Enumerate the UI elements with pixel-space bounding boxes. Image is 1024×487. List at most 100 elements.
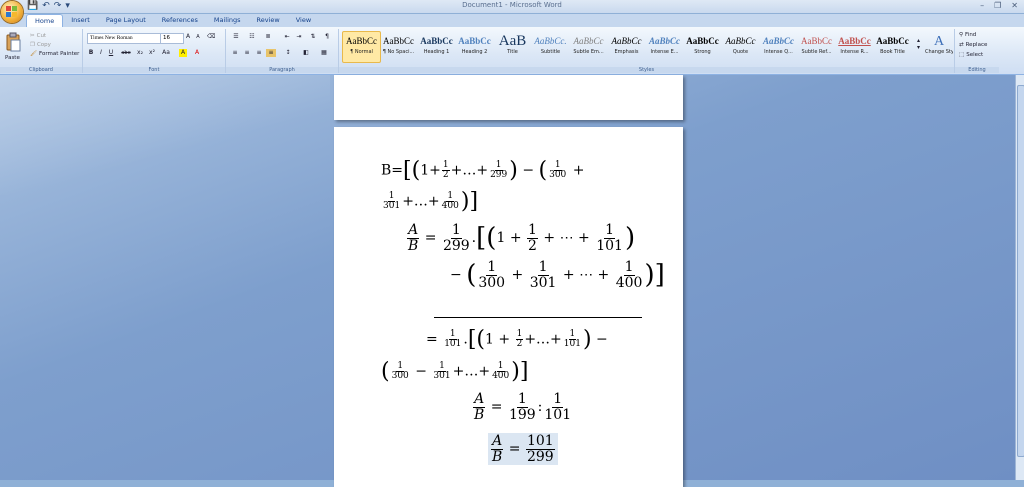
change-styles-icon: A: [933, 34, 945, 49]
tab-mailings[interactable]: Mailings: [206, 14, 249, 27]
vertical-scrollbar[interactable]: [1015, 75, 1024, 480]
justify-icon[interactable]: ≡: [266, 49, 276, 57]
style-subtle-reference[interactable]: AaBbCc Subtle Ref...: [798, 32, 835, 62]
line-spacing-icon[interactable]: ↕: [282, 49, 294, 57]
operator: −: [596, 331, 608, 348]
equals-sign: =: [490, 399, 503, 416]
select-button[interactable]: ⬚ Select: [959, 52, 983, 58]
bullets-icon[interactable]: ☰: [230, 33, 242, 41]
font-color-button[interactable]: A: [193, 49, 201, 57]
style-emphasis[interactable]: AaBbCc Emphasis: [608, 32, 645, 62]
tab-home[interactable]: Home: [26, 14, 64, 27]
denominator: 400: [615, 274, 643, 291]
shading-icon[interactable]: ◧: [300, 49, 312, 57]
style-subtle-emphasis[interactable]: AaBbCc Subtle Em...: [570, 32, 607, 62]
style-intense-emphasis[interactable]: AaBbCc Intense E...: [646, 32, 683, 62]
font-name-select[interactable]: Times New Roman: [87, 33, 161, 44]
styles-group: AaBbCc ¶ Normal AaBbCc ¶ No Spaci... AaBbC…: [339, 29, 955, 73]
style-subtitle[interactable]: AaBbCc. Subtitle: [532, 32, 569, 62]
fraction: 101 299: [525, 434, 555, 464]
font-size-select[interactable]: 16: [160, 33, 184, 44]
underline-button[interactable]: U: [107, 49, 115, 57]
operator: +: [524, 331, 537, 348]
denominator: 300: [549, 170, 567, 180]
find-button[interactable]: ⚲ Find: [959, 32, 976, 38]
highlight-color-button[interactable]: A: [179, 49, 187, 57]
denominator: B: [408, 237, 419, 254]
copy-label: Copy: [36, 42, 51, 48]
style-heading-2[interactable]: AaBbCc Heading 2: [456, 32, 493, 62]
denominator: 101: [444, 339, 462, 349]
paste-icon[interactable]: [5, 32, 21, 54]
clear-formatting-icon[interactable]: ⌫: [207, 33, 215, 41]
change-styles-label: Change Styles: [925, 49, 953, 55]
align-center-icon[interactable]: ≡: [242, 49, 252, 57]
paragraph-group: ☰ ☷ ≣ ⇤ ⇥ ⇅ ¶ ≡ ≡ ≡ ≡ ↕ ◧ ▦ Paragraph: [226, 29, 339, 73]
subscript-button[interactable]: x₂: [135, 49, 145, 57]
strikethrough-button[interactable]: abe: [119, 49, 133, 57]
tab-insert[interactable]: Insert: [63, 14, 98, 27]
increase-indent-icon[interactable]: ⇥: [294, 33, 304, 41]
align-right-icon[interactable]: ≡: [254, 49, 264, 57]
style-quote[interactable]: AaBbCc Quote: [722, 32, 759, 62]
term: 1: [485, 331, 494, 348]
open-paren: (: [381, 359, 390, 384]
sort-icon[interactable]: ⇅: [308, 33, 318, 41]
bold-button[interactable]: B: [87, 49, 95, 57]
scrollbar-thumb[interactable]: [1017, 85, 1024, 457]
fraction: 1 101: [543, 392, 572, 422]
tab-references[interactable]: References: [154, 14, 206, 27]
tab-review[interactable]: Review: [249, 14, 288, 27]
style-name: Quote: [732, 49, 749, 55]
replace-button[interactable]: ⇄ Replace: [959, 42, 987, 48]
change-styles-button[interactable]: AChange Styles: [925, 32, 953, 62]
style-strong[interactable]: AaBbCc Strong: [684, 32, 721, 62]
maximize-button[interactable]: ❐: [994, 1, 1001, 10]
format-painter-button[interactable]: 🖌 Format Painter: [30, 51, 79, 57]
styles-scroll-icon[interactable]: ▴ ▾: [917, 37, 920, 51]
grow-font-button[interactable]: A: [184, 33, 192, 41]
align-left-icon[interactable]: ≡: [230, 49, 240, 57]
fraction: 1 400: [491, 361, 510, 382]
style-intense-reference[interactable]: AaBbCc Intense R...: [836, 32, 873, 62]
style-name: Subtle Em...: [573, 49, 604, 55]
equation-result[interactable]: AB = 101 299: [488, 433, 558, 466]
ribbon: Paste ✂ Cut ❐ Copy 🖌 Format Painter Clipboa…: [0, 27, 1024, 75]
superscript-button[interactable]: x²: [147, 49, 157, 57]
style-sample: AaBbCc: [611, 36, 642, 46]
tab-view[interactable]: View: [288, 14, 319, 27]
copy-button[interactable]: ❐ Copy: [30, 42, 51, 48]
open-bracket: [: [403, 158, 412, 183]
style-heading-1[interactable]: AaBbCc Heading 1: [418, 32, 455, 62]
open-paren: (: [538, 158, 548, 183]
cut-button[interactable]: ✂ Cut: [30, 33, 46, 39]
paste-button[interactable]: Paste: [5, 55, 20, 61]
borders-icon[interactable]: ▦: [318, 49, 330, 57]
style-book-title[interactable]: AaBbCc Book Title: [874, 32, 911, 62]
denominator: 299: [442, 237, 470, 254]
shrink-font-button[interactable]: A: [194, 33, 202, 41]
binoculars-icon: ⚲: [959, 32, 964, 38]
minimize-button[interactable]: –: [980, 1, 984, 10]
decrease-indent-icon[interactable]: ⇤: [282, 33, 292, 41]
style-intense-quote[interactable]: AaBbCc Intense Q...: [760, 32, 797, 62]
style-title[interactable]: AaB Title: [494, 32, 531, 62]
clipboard-label: Clipboard: [0, 67, 82, 73]
show-marks-icon[interactable]: ¶: [322, 33, 332, 41]
tab-page-layout[interactable]: Page Layout: [98, 14, 154, 27]
multilevel-list-icon[interactable]: ≣: [262, 33, 274, 41]
style-no-spacing[interactable]: AaBbCc ¶ No Spaci...: [380, 32, 417, 62]
close-bracket: ]: [469, 189, 479, 214]
denominator: 301: [433, 371, 451, 381]
change-case-button[interactable]: Aa: [161, 49, 171, 57]
fraction: 12: [441, 160, 450, 181]
close-button[interactable]: ✕: [1011, 1, 1018, 10]
open-bracket: [: [476, 223, 487, 254]
numbering-icon[interactable]: ☷: [246, 33, 258, 41]
style-normal[interactable]: AaBbCc ¶ Normal: [342, 31, 381, 63]
denominator: 400: [492, 371, 510, 381]
ellipsis: …: [462, 162, 477, 179]
italic-button[interactable]: I: [97, 49, 105, 57]
style-sample: AaBbCc: [648, 36, 680, 46]
office-button[interactable]: [1, 1, 23, 23]
